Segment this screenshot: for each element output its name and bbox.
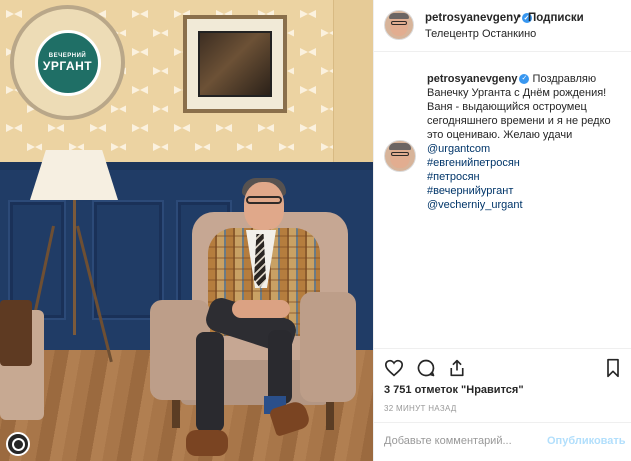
picture-frame: [183, 15, 287, 113]
tagged-users-icon[interactable]: [6, 432, 30, 456]
glasses: [246, 196, 282, 204]
leather-bag: [0, 300, 32, 366]
caption-avatar[interactable]: [384, 140, 416, 172]
show-logo: ВЕЧЕРНИЙ УРГАНТ: [10, 5, 125, 120]
post-header: petrosyanevgeny ✓ • Подписки Телецентр Ос…: [374, 0, 631, 52]
caption-username[interactable]: petrosyanevgeny: [427, 73, 517, 85]
shoe: [186, 430, 228, 456]
armchair-leg: [326, 400, 334, 430]
caption-tag[interactable]: #петросян: [427, 170, 623, 184]
avatar-hair: [389, 142, 411, 150]
location-link[interactable]: Телецентр Останкино: [425, 28, 536, 40]
avatar-hair: [388, 12, 410, 20]
framed-photo: [200, 33, 270, 95]
header-username-row: petrosyanevgeny ✓: [425, 12, 532, 24]
share-icon[interactable]: [446, 357, 468, 379]
post-photo[interactable]: ВЕЧЕРНИЙ УРГАНТ: [0, 0, 373, 461]
head: [244, 182, 284, 230]
trousers: [268, 330, 292, 404]
comment-icon[interactable]: [415, 357, 437, 379]
hands: [232, 300, 290, 318]
post-comment-button[interactable]: Опубликовать: [547, 435, 626, 447]
likes-count[interactable]: 3 751 отметок "Нравится": [384, 384, 524, 396]
caption-tag[interactable]: #вечернийургант: [427, 184, 623, 198]
comment-input[interactable]: [384, 435, 544, 447]
caption-tag[interactable]: @vecherniy_urgant: [427, 198, 623, 212]
lamp-pole: [73, 200, 76, 335]
post-sidebar: petrosyanevgeny ✓ • Подписки Телецентр Ос…: [373, 0, 631, 461]
caption-block: petrosyanevgeny ✓ Поздравляю Ванечку Урга…: [374, 52, 631, 348]
comment-bar: Опубликовать: [374, 422, 631, 461]
avatar[interactable]: [384, 10, 414, 40]
avatar-glasses: [390, 21, 408, 25]
verified-badge-icon: ✓: [519, 74, 530, 85]
caption-tag[interactable]: #евгенийпетросян: [427, 156, 623, 170]
logo-line-2: УРГАНТ: [42, 58, 93, 73]
header-username[interactable]: petrosyanevgeny: [425, 12, 520, 24]
following-button[interactable]: Подписки: [528, 12, 584, 24]
post-timestamp[interactable]: 32 МИНУТ НАЗАД: [384, 404, 457, 413]
avatar-glasses: [391, 151, 409, 156]
heart-icon[interactable]: [383, 357, 405, 379]
show-logo-badge: ВЕЧЕРНИЙ УРГАНТ: [34, 29, 101, 96]
caption-text: petrosyanevgeny ✓ Поздравляю Ванечку Урга…: [427, 72, 623, 212]
trousers: [196, 332, 224, 432]
armchair-arm: [300, 292, 356, 402]
armchair-leg: [172, 400, 180, 428]
caption-tag[interactable]: @urgantcom: [427, 142, 623, 156]
bookmark-icon[interactable]: [602, 357, 624, 379]
separator-dot: •: [517, 11, 522, 23]
action-bar: [374, 348, 631, 388]
